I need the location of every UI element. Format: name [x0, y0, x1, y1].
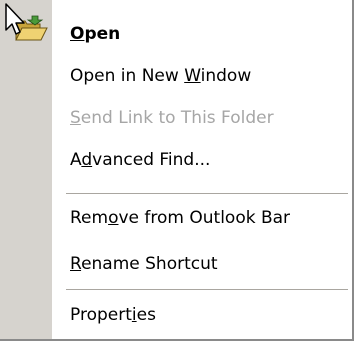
- menu-item-label: Open: [70, 24, 121, 44]
- menu-item-open[interactable]: Open: [52, 14, 352, 54]
- menu-item-label: Open in New Window: [70, 66, 252, 86]
- menu-item-label: Send Link to This Folder: [70, 108, 274, 128]
- menu-item-send-link: Send Link to This Folder: [52, 98, 352, 138]
- menu-item-remove-from-outlook-bar[interactable]: Remove from Outlook Bar: [52, 198, 352, 238]
- menu-item-label: Advanced Find...: [70, 150, 211, 170]
- menu-item-advanced-find[interactable]: Advanced Find...: [52, 140, 352, 180]
- menu-separator: [66, 289, 348, 291]
- context-menu: Open Open in New Window Send Link to Thi…: [0, 0, 354, 341]
- menu-item-label: Properties: [70, 305, 156, 325]
- menu-item-properties[interactable]: Properties: [52, 295, 352, 335]
- menu-icon-gutter: [0, 0, 52, 339]
- menu-item-open-in-new-window[interactable]: Open in New Window: [52, 56, 352, 96]
- menu-separator: [66, 193, 348, 195]
- menu-item-label: Rename Shortcut: [70, 254, 218, 274]
- mouse-pointer-icon: [5, 3, 25, 35]
- menu-item-label: Remove from Outlook Bar: [70, 208, 291, 228]
- menu-item-rename-shortcut[interactable]: Rename Shortcut: [52, 244, 352, 284]
